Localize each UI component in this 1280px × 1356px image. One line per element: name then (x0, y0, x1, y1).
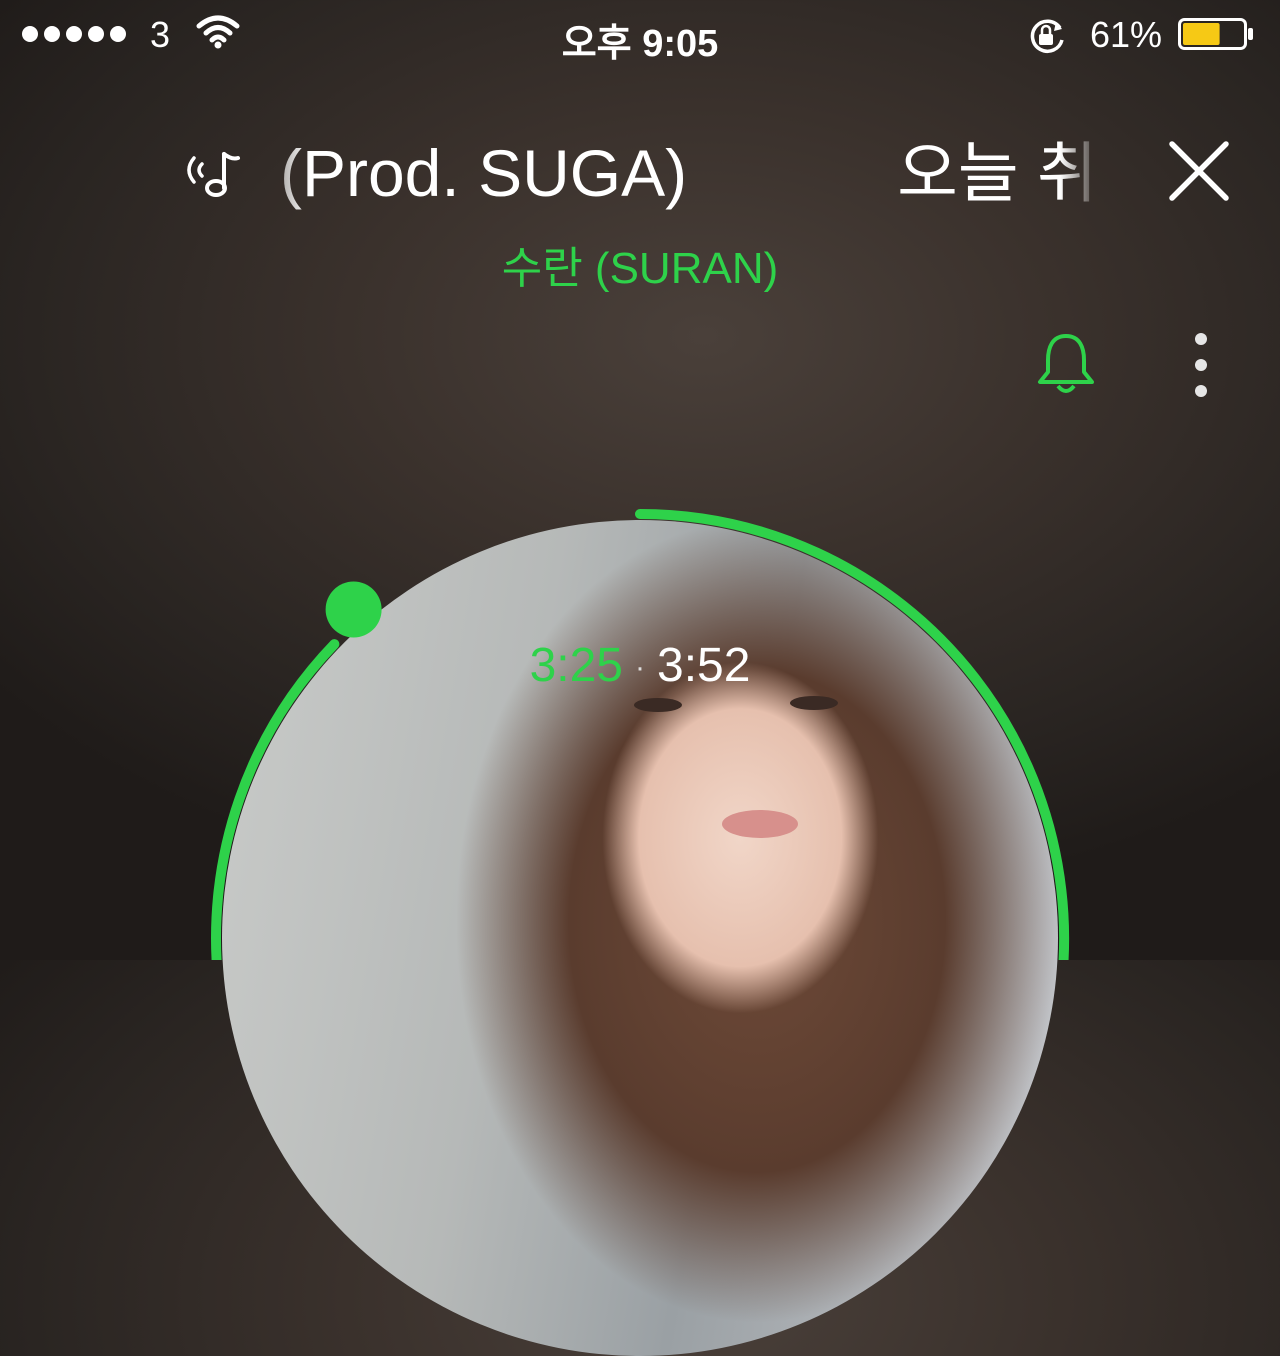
progress-ring[interactable] (0, 0, 1280, 960)
progress-knob[interactable] (325, 581, 382, 638)
player-area: 3:25 · 3:52 (0, 0, 1280, 1356)
time-separator: · (635, 651, 645, 685)
elapsed-time: 3:25 (529, 639, 623, 692)
time-display: 3:25 · 3:52 (0, 638, 1280, 693)
total-time: 3:52 (657, 639, 751, 692)
progress-arc (211, 509, 1070, 960)
